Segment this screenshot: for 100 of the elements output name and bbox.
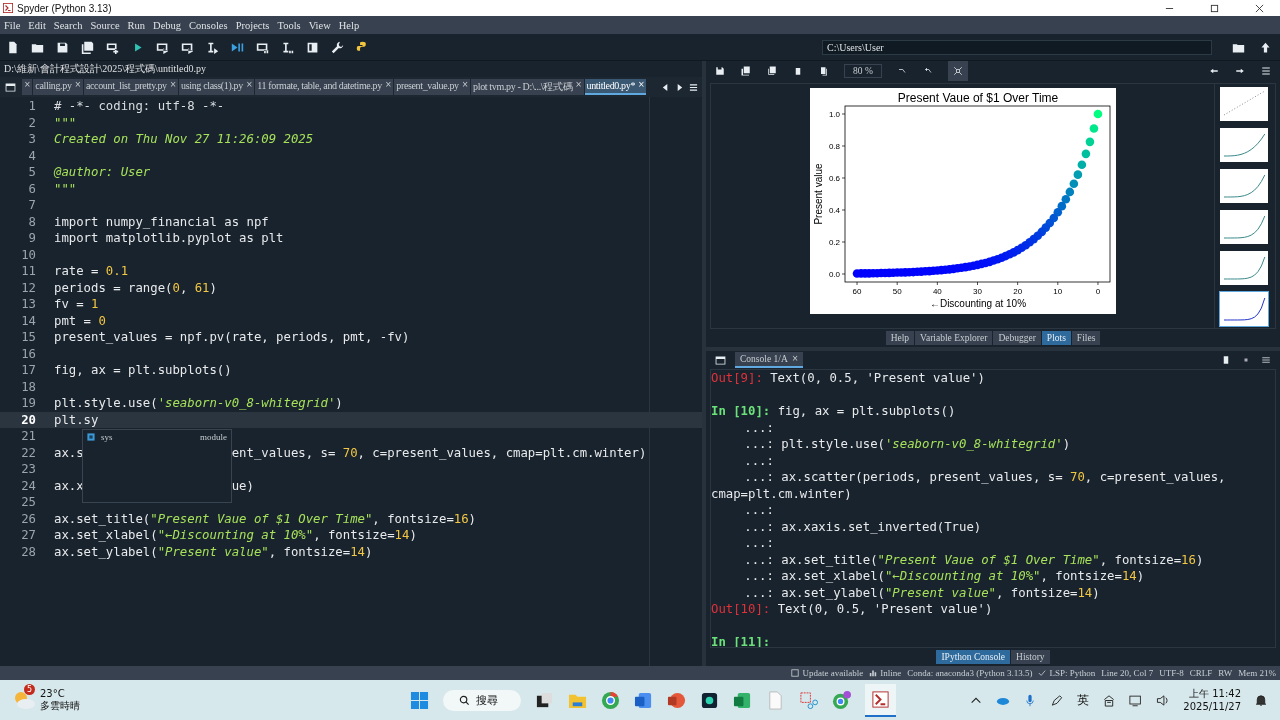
menu-item[interactable]: Consoles [189, 19, 228, 31]
console-text: ax.set_xlabel("←Discounting at 10%", fontsize=14) [781, 569, 1145, 584]
menu-icon[interactable] [689, 82, 698, 92]
run-cell-advance-icon[interactable] [181, 40, 194, 54]
menu-item[interactable]: Source [90, 19, 120, 31]
menu-icon[interactable] [1260, 354, 1272, 366]
delete-all-icon[interactable] [818, 65, 830, 77]
editor-tab[interactable]: 11 formate, table, and datetime.py × [255, 79, 394, 95]
console-prompt: ...: [743, 453, 775, 468]
pane-tab[interactable]: Variable Explorer [915, 331, 993, 345]
console-prompt: ...: [743, 552, 775, 567]
console-prompt: Out[9]: [711, 371, 764, 386]
editor-tab[interactable]: calling.py × [33, 79, 83, 95]
module-icon [87, 433, 95, 441]
status-item: Update available [802, 668, 864, 678]
editor-tab[interactable]: × [22, 79, 33, 95]
task-view-icon[interactable] [535, 690, 554, 710]
editor-tab[interactable]: account_list_pretty.py × [83, 79, 179, 95]
browser-icon[interactable] [832, 690, 851, 710]
editor-tab[interactable]: present_value.py × [394, 79, 471, 95]
menu-item[interactable]: Edit [28, 19, 46, 31]
line-number: 13 [20, 297, 37, 312]
status-item: Mem 21% [1238, 668, 1276, 678]
plot-thumbnail[interactable] [1219, 86, 1269, 122]
menu-item[interactable]: Tools [277, 19, 301, 31]
line-number: 12 [20, 280, 37, 295]
console-prompt: In [11]: [711, 635, 772, 647]
spreadsheet-icon[interactable] [733, 690, 752, 710]
fit-icon[interactable] [947, 61, 968, 81]
document-app-icon[interactable] [634, 690, 653, 710]
data-point [1089, 124, 1098, 133]
menu-item[interactable]: Help [338, 19, 360, 31]
maximize-icon[interactable] [1210, 3, 1219, 13]
save-icon[interactable] [56, 40, 69, 54]
pane-icon[interactable] [306, 40, 319, 54]
new-file-icon[interactable] [6, 40, 19, 54]
browse-tabs-icon[interactable] [714, 353, 727, 367]
scroll-right-icon[interactable] [675, 82, 684, 92]
menu-item[interactable]: File [4, 19, 21, 31]
close-icon[interactable] [1255, 3, 1264, 13]
pane-tab[interactable]: IPython Console [936, 650, 1011, 664]
search-field[interactable]: 搜尋 [443, 689, 521, 711]
menu-item[interactable]: Search [53, 19, 83, 31]
code-line: periods = range(0, 61) [54, 280, 217, 295]
pen-icon[interactable] [1050, 693, 1065, 707]
plot-thumbnail[interactable] [1219, 127, 1269, 163]
up-arrow-icon[interactable] [1259, 40, 1272, 54]
console-tab[interactable]: Console 1/A × [735, 352, 804, 368]
scissors-icon[interactable] [799, 690, 818, 710]
zoom-field[interactable]: 80 % [844, 64, 882, 78]
save-icon[interactable] [714, 65, 726, 77]
menu-item[interactable]: Debug [153, 19, 182, 31]
pane-tab[interactable]: History [1011, 650, 1050, 664]
presentation-app-icon[interactable] [667, 690, 686, 710]
data-point [1077, 160, 1086, 169]
plot-thumbnail[interactable] [1219, 209, 1269, 245]
plot-thumbnail[interactable] [1219, 168, 1269, 204]
chart-title: Present Vaue of $1 Over Time [897, 91, 1058, 105]
input-method-indicator[interactable]: 英 [1077, 691, 1090, 709]
editor-tab[interactable]: using class(1).py × [179, 79, 255, 95]
app-icon[interactable] [700, 690, 719, 710]
new-cell-icon[interactable] [106, 40, 119, 54]
copy-icon[interactable] [766, 65, 778, 77]
debug-selection-icon[interactable] [281, 40, 294, 54]
bell-icon[interactable] [1254, 693, 1268, 707]
monitor-icon[interactable] [1129, 693, 1144, 707]
speaker-icon[interactable] [1156, 693, 1171, 707]
completion-item[interactable]: sys [101, 432, 113, 442]
line-number: 5 [27, 165, 37, 180]
python-logo-icon[interactable] [356, 40, 369, 54]
save-all-icon[interactable] [740, 65, 752, 77]
working-directory-field[interactable]: C:\Users\User [822, 39, 1212, 55]
spyder-logo-icon[interactable] [865, 683, 896, 717]
line-number: 4 [27, 148, 37, 163]
pane-tab[interactable]: Files [1071, 331, 1101, 345]
debug-icon[interactable] [231, 40, 244, 54]
line-number: 15 [20, 330, 37, 345]
pane-tab[interactable]: Help [885, 331, 915, 345]
pane-tab[interactable]: Debugger [993, 331, 1041, 345]
plot-thumbnail[interactable] [1219, 250, 1269, 286]
browser-icon[interactable] [601, 690, 620, 710]
scroll-left-icon[interactable] [661, 82, 670, 92]
pane-tab[interactable]: Plots [1041, 331, 1071, 345]
clock-time[interactable]: 上午 11:42 [1189, 687, 1241, 700]
settings-icon[interactable] [331, 40, 344, 54]
debug-cell-icon[interactable] [256, 40, 269, 54]
run-cell-icon[interactable] [156, 40, 169, 54]
code-line: fig, ax = plt.subplots() [54, 363, 232, 378]
menu-item[interactable]: Projects [235, 19, 270, 31]
line-number: 23 [20, 462, 37, 477]
menu-item[interactable]: View [308, 19, 331, 31]
save-all-icon[interactable] [81, 40, 94, 54]
clock-date[interactable]: 2025/11/27 [1183, 700, 1241, 713]
plot-thumbnail[interactable] [1219, 291, 1269, 327]
windows-logo-icon[interactable] [410, 690, 429, 710]
editor-tab[interactable]: plot tvm.py - D:\...\程式碼 × [471, 79, 584, 95]
run-selection-icon[interactable] [206, 40, 219, 54]
editor-tab[interactable]: untitled0.py* × [584, 79, 647, 95]
menu-item[interactable]: Run [127, 19, 146, 31]
browse-tabs-icon[interactable] [4, 80, 17, 94]
